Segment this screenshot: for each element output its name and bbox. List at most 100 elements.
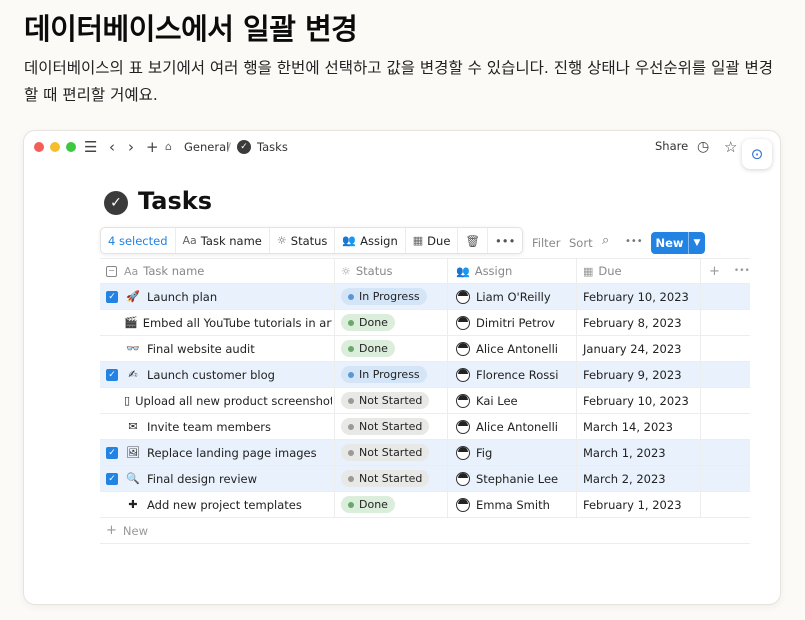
assignee-name[interactable]: Kai Lee xyxy=(476,394,518,408)
task-name[interactable]: Invite team members xyxy=(147,420,271,434)
due-date[interactable]: March 2, 2023 xyxy=(583,472,666,486)
forward-icon[interactable]: › xyxy=(128,137,134,157)
bulk-edit-due[interactable]: ▦ Due xyxy=(406,228,459,253)
status-dot xyxy=(348,397,354,404)
task-name[interactable]: Add new project templates xyxy=(147,498,302,512)
status-dot xyxy=(348,319,354,326)
assignee-name[interactable]: Liam O'Reilly xyxy=(476,290,551,304)
task-emoji-icon: ✍ xyxy=(128,368,138,381)
new-button[interactable]: New ▼ xyxy=(651,232,705,254)
column-header-due[interactable]: ▦ Due xyxy=(576,259,700,283)
task-emoji-icon: 👓 xyxy=(126,342,140,355)
breadcrumb-page[interactable]: Tasks xyxy=(257,139,288,155)
column-header-assign[interactable]: 👥 Assign xyxy=(447,259,576,283)
due-date[interactable]: March 1, 2023 xyxy=(583,446,666,460)
due-date[interactable]: February 9, 2023 xyxy=(583,368,682,382)
row-checkbox[interactable]: ✓ xyxy=(106,446,118,459)
add-page-icon[interactable]: + xyxy=(146,137,159,157)
status-pill[interactable]: Done xyxy=(341,496,395,513)
task-name[interactable]: Upload all new product screenshots xyxy=(135,394,332,408)
more-dots-icon[interactable]: ••• xyxy=(734,266,750,276)
favorite-star-icon[interactable]: ☆ xyxy=(724,137,737,157)
task-name[interactable]: Replace landing page images xyxy=(147,446,317,460)
due-date[interactable]: February 10, 2023 xyxy=(583,290,689,304)
table-row[interactable]: ▯ Upload all new product screenshots Not S… xyxy=(100,388,750,414)
chevron-down-icon[interactable]: ▼ xyxy=(688,232,705,254)
due-date[interactable]: March 14, 2023 xyxy=(583,420,673,434)
minimize-window-dot[interactable] xyxy=(50,142,60,152)
sort-button[interactable]: Sort xyxy=(569,236,593,250)
status-pill[interactable]: Done xyxy=(341,314,395,331)
table-row[interactable]: ✓ 🚀 Launch plan In Progress Liam O'Reilly Feb… xyxy=(100,284,750,310)
assignee-name[interactable]: Dimitri Petrov xyxy=(476,316,555,330)
task-name[interactable]: Final design review xyxy=(147,472,257,486)
avatar xyxy=(456,341,470,356)
table-row[interactable]: ✓ ✍ Launch customer blog In Progress Florenc… xyxy=(100,362,750,388)
plus-icon: + xyxy=(106,523,117,538)
add-property-icon[interactable]: + xyxy=(709,264,720,279)
select-all-checkbox[interactable]: − xyxy=(106,265,117,277)
maximize-window-dot[interactable] xyxy=(66,142,76,152)
text-property-icon: Aa xyxy=(124,264,139,278)
table-row[interactable]: ✓ 🖼 Replace landing page images Not Started… xyxy=(100,440,750,466)
due-date[interactable]: February 8, 2023 xyxy=(583,316,682,330)
table-row[interactable]: ✚ Add new project templates Done Emma Smith… xyxy=(100,492,750,518)
row-checkbox[interactable]: ✓ xyxy=(106,472,118,485)
add-new-row-button[interactable]: + New xyxy=(100,518,750,544)
task-name[interactable]: Final website audit xyxy=(147,342,255,356)
row-checkbox[interactable]: ✓ xyxy=(106,368,118,381)
status-pill[interactable]: Not Started xyxy=(341,392,430,409)
search-icon[interactable]: ⌕ xyxy=(602,233,609,248)
top-bar: ☰ ‹ › + ⌂ General / ✓ Tasks Share ◷ ☆ xyxy=(24,131,780,163)
status-pill[interactable]: Not Started xyxy=(341,444,430,461)
status-pill[interactable]: Not Started xyxy=(341,418,430,435)
status-pill[interactable]: In Progress xyxy=(341,366,427,383)
bulk-edit-status[interactable]: ☼ Status xyxy=(270,228,336,253)
more-actions-button[interactable]: ••• xyxy=(488,228,522,253)
status-dot xyxy=(348,501,354,508)
back-icon[interactable]: ‹ xyxy=(109,137,115,157)
table-row[interactable]: ✉ Invite team members Not Started Alice Ant… xyxy=(100,414,750,440)
tasks-table: − Aa Task name ☼ Status 👥 Assign ▦ Due + ••• … xyxy=(100,258,750,544)
bulk-edit-task-name[interactable]: Aa Task name xyxy=(176,228,270,253)
status-pill[interactable]: In Progress xyxy=(341,288,427,305)
history-clock-icon[interactable]: ◷ xyxy=(697,137,709,157)
calendar-property-icon: ▦ xyxy=(583,264,594,278)
status-dot xyxy=(348,423,354,430)
more-dots-icon: ••• xyxy=(495,233,516,248)
assignee-name[interactable]: Alice Antonelli xyxy=(476,420,558,434)
view-options-icon[interactable]: ••• xyxy=(625,236,643,247)
filter-button[interactable]: Filter xyxy=(532,236,560,250)
assignee-name[interactable]: Emma Smith xyxy=(476,498,550,512)
assignee-name[interactable]: Alice Antonelli xyxy=(476,342,558,356)
status-pill[interactable]: Not Started xyxy=(341,470,430,487)
assignee-name[interactable]: Fig xyxy=(476,446,492,460)
selected-count[interactable]: 4 selected xyxy=(101,228,176,253)
task-name[interactable]: Launch plan xyxy=(147,290,217,304)
people-property-icon: 👥 xyxy=(342,234,357,247)
close-window-dot[interactable] xyxy=(34,142,44,152)
task-emoji-icon: 🚀 xyxy=(126,290,140,303)
share-button[interactable]: Share xyxy=(655,139,688,153)
status-pill[interactable]: Done xyxy=(341,340,395,357)
column-header-task-name[interactable]: Aa Task name xyxy=(124,259,332,283)
avatar xyxy=(456,497,470,512)
menu-icon[interactable]: ☰ xyxy=(84,137,97,157)
assignee-name[interactable]: Florence Rossi xyxy=(476,368,558,382)
due-date[interactable]: February 10, 2023 xyxy=(583,394,689,408)
row-checkbox[interactable]: ✓ xyxy=(106,290,118,303)
column-header-status[interactable]: ☼ Status xyxy=(334,259,446,283)
breadcrumb-workspace[interactable]: General xyxy=(184,139,229,155)
table-row[interactable]: ✓ 🔍 Final design review Not Started Stephani… xyxy=(100,466,750,492)
screenshot-scan-icon[interactable]: ⊙ xyxy=(742,139,772,169)
due-date[interactable]: February 1, 2023 xyxy=(583,498,682,512)
table-row[interactable]: 🎬 Embed all YouTube tutorials in article D… xyxy=(100,310,750,336)
delete-button[interactable]: 🗑 xyxy=(458,228,489,253)
task-name[interactable]: Embed all YouTube tutorials in article xyxy=(143,316,332,330)
assignee-name[interactable]: Stephanie Lee xyxy=(476,472,558,486)
table-row[interactable]: 👓 Final website audit Done Alice Antonelli J… xyxy=(100,336,750,362)
due-date[interactable]: January 24, 2023 xyxy=(583,342,681,356)
bulk-edit-assign[interactable]: 👥 Assign xyxy=(335,228,406,253)
tasks-check-icon: ✓ xyxy=(237,140,251,154)
task-name[interactable]: Launch customer blog xyxy=(147,368,275,382)
